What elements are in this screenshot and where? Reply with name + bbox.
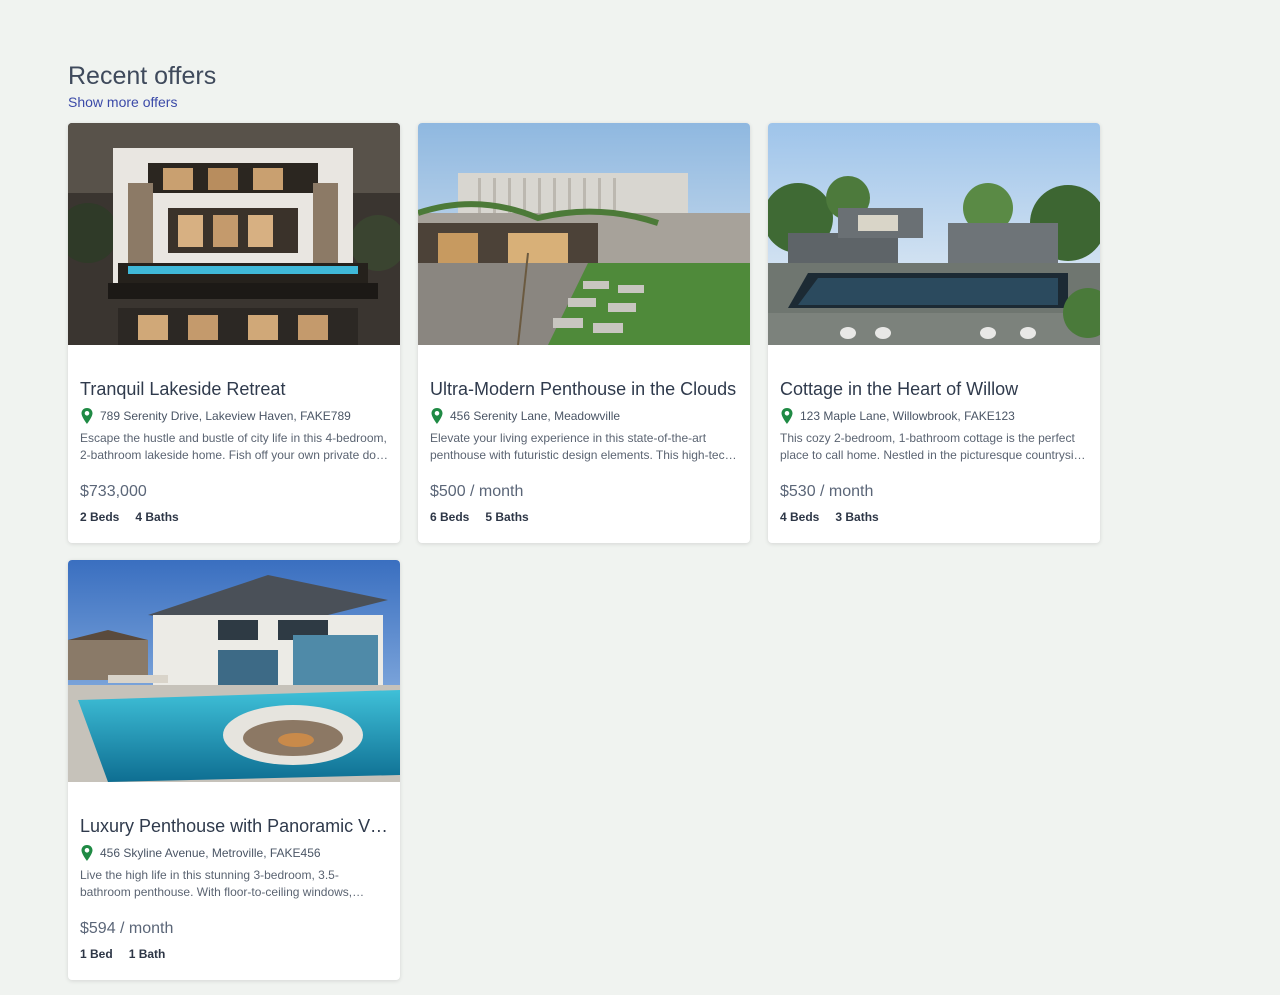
map-pin-icon xyxy=(431,408,443,424)
offer-address: 456 Skyline Avenue, Metroville, FAKE456 xyxy=(80,845,388,861)
offer-title[interactable]: Tranquil Lakeside Retreat xyxy=(80,378,388,400)
offer-beds: 2 Beds xyxy=(80,510,120,524)
show-more-offers-link[interactable]: Show more offers xyxy=(68,93,216,111)
offer-address-text: 789 Serenity Drive, Lakeview Haven, FAKE… xyxy=(100,409,351,423)
map-pin-icon xyxy=(81,408,93,424)
offer-beds: 4 Beds xyxy=(780,510,820,524)
offer-card[interactable]: Tranquil Lakeside Retreat 789 Serenity D… xyxy=(68,123,400,543)
offer-description: Live the high life in this stunning 3-be… xyxy=(80,868,353,899)
offer-baths: 3 Baths xyxy=(835,510,879,524)
page: Recent offers Show more offers Tranquil … xyxy=(0,0,1280,995)
map-pin-icon xyxy=(81,845,93,861)
offer-description: This cozy 2-bedroom, 1-bathroom cottage … xyxy=(780,431,1087,462)
offer-card[interactable]: Ultra-Modern Penthouse in the Clouds 456… xyxy=(418,123,750,543)
offer-price: $530 / month xyxy=(780,483,874,500)
offer-address-text: 123 Maple Lane, Willowbrook, FAKE123 xyxy=(800,409,1015,423)
offer-specs: 4 Beds 3 Baths xyxy=(780,510,1088,524)
offer-title[interactable]: Ultra-Modern Penthouse in the Clouds xyxy=(430,378,738,400)
section-title: Recent offers xyxy=(68,62,217,90)
offer-price: $594 / month xyxy=(80,920,174,937)
offers-grid: Tranquil Lakeside Retreat 789 Serenity D… xyxy=(68,123,1100,980)
offer-baths: 1 Bath xyxy=(128,947,166,961)
offer-photo xyxy=(418,123,750,345)
offer-price: $500 / month xyxy=(430,483,524,500)
offer-specs: 2 Beds 4 Baths xyxy=(80,510,388,524)
offer-photo xyxy=(768,123,1100,345)
offer-beds: 1 Bed xyxy=(80,947,113,961)
map-pin-icon xyxy=(781,408,793,424)
offer-beds: 6 Beds xyxy=(430,510,470,524)
offer-description: Escape the hustle and bustle of city lif… xyxy=(80,431,388,462)
offer-specs: 6 Beds 5 Baths xyxy=(430,510,738,524)
offer-title[interactable]: Cottage in the Heart of Willow xyxy=(780,378,1088,400)
offer-address-text: 456 Skyline Avenue, Metroville, FAKE456 xyxy=(100,846,321,860)
offer-description: Elevate your living experience in this s… xyxy=(430,431,732,462)
offer-address: 123 Maple Lane, Willowbrook, FAKE123 xyxy=(780,408,1088,424)
offer-photo xyxy=(68,560,400,782)
offer-card[interactable]: Cottage in the Heart of Willow 123 Maple… xyxy=(768,123,1100,543)
offer-baths: 4 Baths xyxy=(135,510,179,524)
offer-address: 789 Serenity Drive, Lakeview Haven, FAKE… xyxy=(80,408,388,424)
offer-specs: 1 Bed 1 Bath xyxy=(80,947,388,961)
offer-card[interactable]: Luxury Penthouse with Panoramic Views 45… xyxy=(68,560,400,980)
section-header: Recent offers Show more offers xyxy=(68,60,216,111)
offer-address: 456 Serenity Lane, Meadowville xyxy=(430,408,738,424)
offer-title[interactable]: Luxury Penthouse with Panoramic Views xyxy=(80,815,388,837)
offer-price: $733,000 xyxy=(80,483,147,500)
offer-photo xyxy=(68,123,400,345)
offer-baths: 5 Baths xyxy=(485,510,529,524)
offer-address-text: 456 Serenity Lane, Meadowville xyxy=(450,409,621,423)
